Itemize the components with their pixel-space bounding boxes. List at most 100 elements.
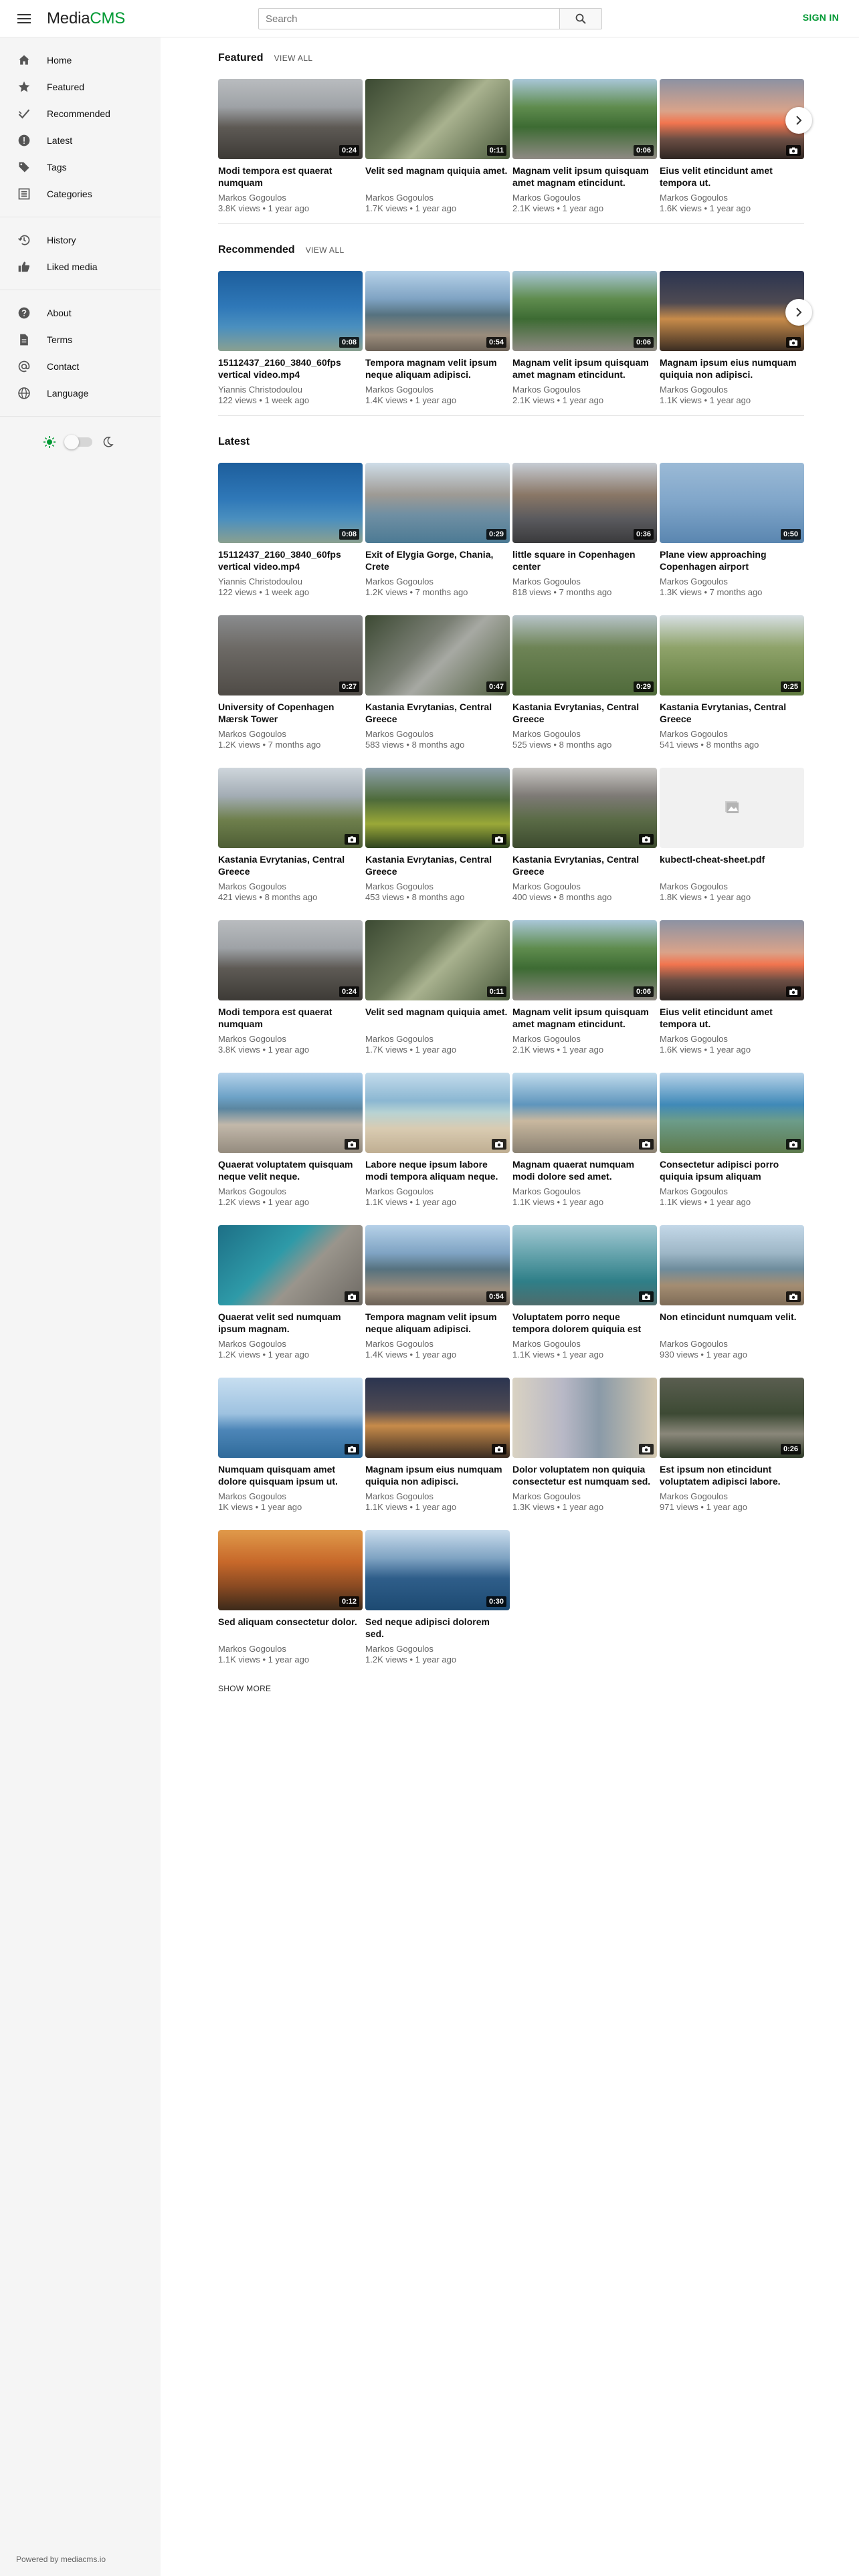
powered-by[interactable]: Powered by mediacms.io (16, 2555, 106, 2564)
media-author[interactable]: Markos Gogoulos (218, 881, 363, 892)
media-card[interactable]: 0:25 Kastania Evrytanias, Central Greece M… (660, 615, 804, 750)
media-card[interactable]: 0:30 Sed neque adipisci dolorem sed. Marko… (365, 1530, 510, 1665)
media-author[interactable]: Markos Gogoulos (365, 1034, 510, 1045)
media-title[interactable]: Velit sed magnam quiquia amet. (365, 165, 510, 189)
media-thumbnail[interactable] (218, 1225, 363, 1305)
media-thumbnail[interactable]: 0:47 (365, 615, 510, 695)
media-title[interactable]: 15112437_2160_3840_60fps vertical video.… (218, 548, 363, 572)
media-author[interactable]: Markos Gogoulos (218, 1644, 363, 1654)
media-card[interactable]: 0:27 University of Copenhagen Mærsk Tower… (218, 615, 363, 750)
media-title[interactable]: Kastania Evrytanias, Central Greece (512, 853, 657, 877)
media-author[interactable]: Markos Gogoulos (660, 1339, 804, 1350)
sidebar-item-featured[interactable]: Featured (0, 74, 161, 100)
media-title[interactable]: Eius velit etincidunt amet tempora ut. (660, 1006, 804, 1030)
media-title[interactable]: Tempora magnam velit ipsum neque aliquam… (365, 356, 510, 381)
menu-button[interactable] (11, 5, 37, 32)
media-title[interactable]: Dolor voluptatem non quiquia consectetur… (512, 1463, 657, 1487)
media-title[interactable]: Numquam quisquam amet dolore quisquam ip… (218, 1463, 363, 1487)
media-title[interactable]: Sed neque adipisci dolorem sed. (365, 1616, 510, 1640)
media-thumbnail[interactable]: 0:54 (365, 1225, 510, 1305)
sidebar-item-liked-media[interactable]: Liked media (0, 253, 161, 280)
media-card[interactable]: 0:54 Tempora magnam velit ipsum neque ali… (365, 1225, 510, 1360)
media-thumbnail[interactable] (660, 768, 804, 848)
sidebar-item-latest[interactable]: Latest (0, 127, 161, 154)
media-thumbnail[interactable]: 0:11 (365, 920, 510, 1000)
media-author[interactable]: Markos Gogoulos (365, 729, 510, 740)
media-thumbnail[interactable] (512, 1225, 657, 1305)
media-author[interactable]: Markos Gogoulos (512, 1186, 657, 1197)
media-thumbnail[interactable] (218, 768, 363, 848)
media-author[interactable]: Markos Gogoulos (365, 385, 510, 395)
media-title[interactable]: Magnam quaerat numquam modi dolore sed a… (512, 1158, 657, 1182)
media-card[interactable]: Voluptatem porro neque tempora dolorem q… (512, 1225, 657, 1360)
media-title[interactable]: Kastania Evrytanias, Central Greece (512, 701, 657, 725)
media-author[interactable]: Markos Gogoulos (660, 385, 804, 395)
media-thumbnail[interactable]: 0:25 (660, 615, 804, 695)
sidebar-item-home[interactable]: Home (0, 47, 161, 74)
search-button[interactable] (559, 8, 602, 29)
media-author[interactable]: Markos Gogoulos (512, 1034, 657, 1045)
media-thumbnail[interactable]: 0:24 (218, 79, 363, 159)
media-card[interactable]: 0:06 Magnam velit ipsum quisquam amet mag… (512, 79, 657, 214)
media-thumbnail[interactable]: 0:27 (218, 615, 363, 695)
media-thumbnail[interactable] (660, 920, 804, 1000)
media-title[interactable]: Exit of Elygia Gorge, Chania, Crete (365, 548, 510, 572)
section-title-latest[interactable]: Latest (218, 436, 250, 448)
sidebar-item-contact[interactable]: Contact (0, 353, 161, 380)
media-author[interactable]: Markos Gogoulos (365, 193, 510, 203)
media-thumbnail[interactable]: 0:36 (512, 463, 657, 543)
sidebar-item-terms[interactable]: Terms (0, 326, 161, 353)
media-title[interactable]: Consectetur adipisci porro quiquia ipsum… (660, 1158, 804, 1182)
media-thumbnail[interactable]: 0:11 (365, 79, 510, 159)
media-author[interactable]: Markos Gogoulos (365, 1491, 510, 1502)
media-card[interactable]: Kastania Evrytanias, Central Greece Marko… (365, 768, 510, 903)
media-thumbnail[interactable]: 0:29 (512, 615, 657, 695)
media-card[interactable]: kubectl-cheat-sheet.pdf Markos Gogoulos 1.… (660, 768, 804, 903)
media-card[interactable]: Quaerat voluptatem quisquam neque velit … (218, 1073, 363, 1208)
media-author[interactable]: Yiannis Christodoulou (218, 576, 363, 587)
media-author[interactable]: Markos Gogoulos (512, 1339, 657, 1350)
media-card[interactable]: Eius velit etincidunt amet tempora ut. Ma… (660, 920, 804, 1055)
media-author[interactable]: Markos Gogoulos (218, 1034, 363, 1045)
media-title[interactable]: Magnam ipsum eius numquam quiquia non ad… (365, 1463, 510, 1487)
logo[interactable]: MediaCMS (47, 9, 125, 28)
media-author[interactable]: Markos Gogoulos (365, 1186, 510, 1197)
media-thumbnail[interactable] (512, 768, 657, 848)
media-card[interactable]: 0:06 Magnam velit ipsum quisquam amet mag… (512, 271, 657, 406)
media-title[interactable]: Kastania Evrytanias, Central Greece (218, 853, 363, 877)
media-card[interactable]: Magnam ipsum eius numquam quiquia non ad… (365, 1378, 510, 1513)
media-author[interactable]: Markos Gogoulos (660, 729, 804, 740)
media-card[interactable]: Magnam quaerat numquam modi dolore sed a… (512, 1073, 657, 1208)
media-author[interactable]: Markos Gogoulos (512, 1491, 657, 1502)
media-author[interactable]: Markos Gogoulos (660, 1034, 804, 1045)
media-author[interactable]: Markos Gogoulos (218, 1491, 363, 1502)
media-title[interactable]: Magnam velit ipsum quisquam amet magnam … (512, 1006, 657, 1030)
media-thumbnail[interactable]: 0:29 (365, 463, 510, 543)
media-card[interactable]: Non etincidunt numquam velit. Markos Gogo… (660, 1225, 804, 1360)
moon-icon[interactable] (102, 436, 114, 448)
media-card[interactable]: 0:29 Exit of Elygia Gorge, Chania, Crete M… (365, 463, 510, 598)
media-thumbnail[interactable] (660, 79, 804, 159)
media-title[interactable]: Non etincidunt numquam velit. (660, 1311, 804, 1335)
media-author[interactable]: Markos Gogoulos (365, 881, 510, 892)
media-author[interactable]: Markos Gogoulos (365, 576, 510, 587)
carousel-next-button[interactable] (785, 107, 812, 134)
media-author[interactable]: Markos Gogoulos (660, 576, 804, 587)
media-author[interactable]: Markos Gogoulos (365, 1339, 510, 1350)
media-thumbnail[interactable] (365, 1073, 510, 1153)
media-title[interactable]: Eius velit etincidunt amet tempora ut. (660, 165, 804, 189)
media-card[interactable]: 0:29 Kastania Evrytanias, Central Greece M… (512, 615, 657, 750)
media-thumbnail[interactable]: 0:12 (218, 1530, 363, 1610)
media-thumbnail[interactable]: 0:54 (365, 271, 510, 351)
carousel-next-button[interactable] (785, 299, 812, 326)
media-card[interactable]: 0:12 Sed aliquam consectetur dolor. Markos… (218, 1530, 363, 1665)
media-title[interactable]: Quaerat voluptatem quisquam neque velit … (218, 1158, 363, 1182)
media-author[interactable]: Markos Gogoulos (512, 729, 657, 740)
media-author[interactable]: Markos Gogoulos (218, 729, 363, 740)
sidebar-item-categories[interactable]: Categories (0, 181, 161, 207)
media-card[interactable]: Magnam ipsum eius numquam quiquia non ad… (660, 271, 804, 406)
media-title[interactable]: Est ipsum non etincidunt voluptatem adip… (660, 1463, 804, 1487)
media-author[interactable]: Markos Gogoulos (660, 193, 804, 203)
media-title[interactable]: Labore neque ipsum labore modi tempora a… (365, 1158, 510, 1182)
media-author[interactable]: Markos Gogoulos (218, 1339, 363, 1350)
